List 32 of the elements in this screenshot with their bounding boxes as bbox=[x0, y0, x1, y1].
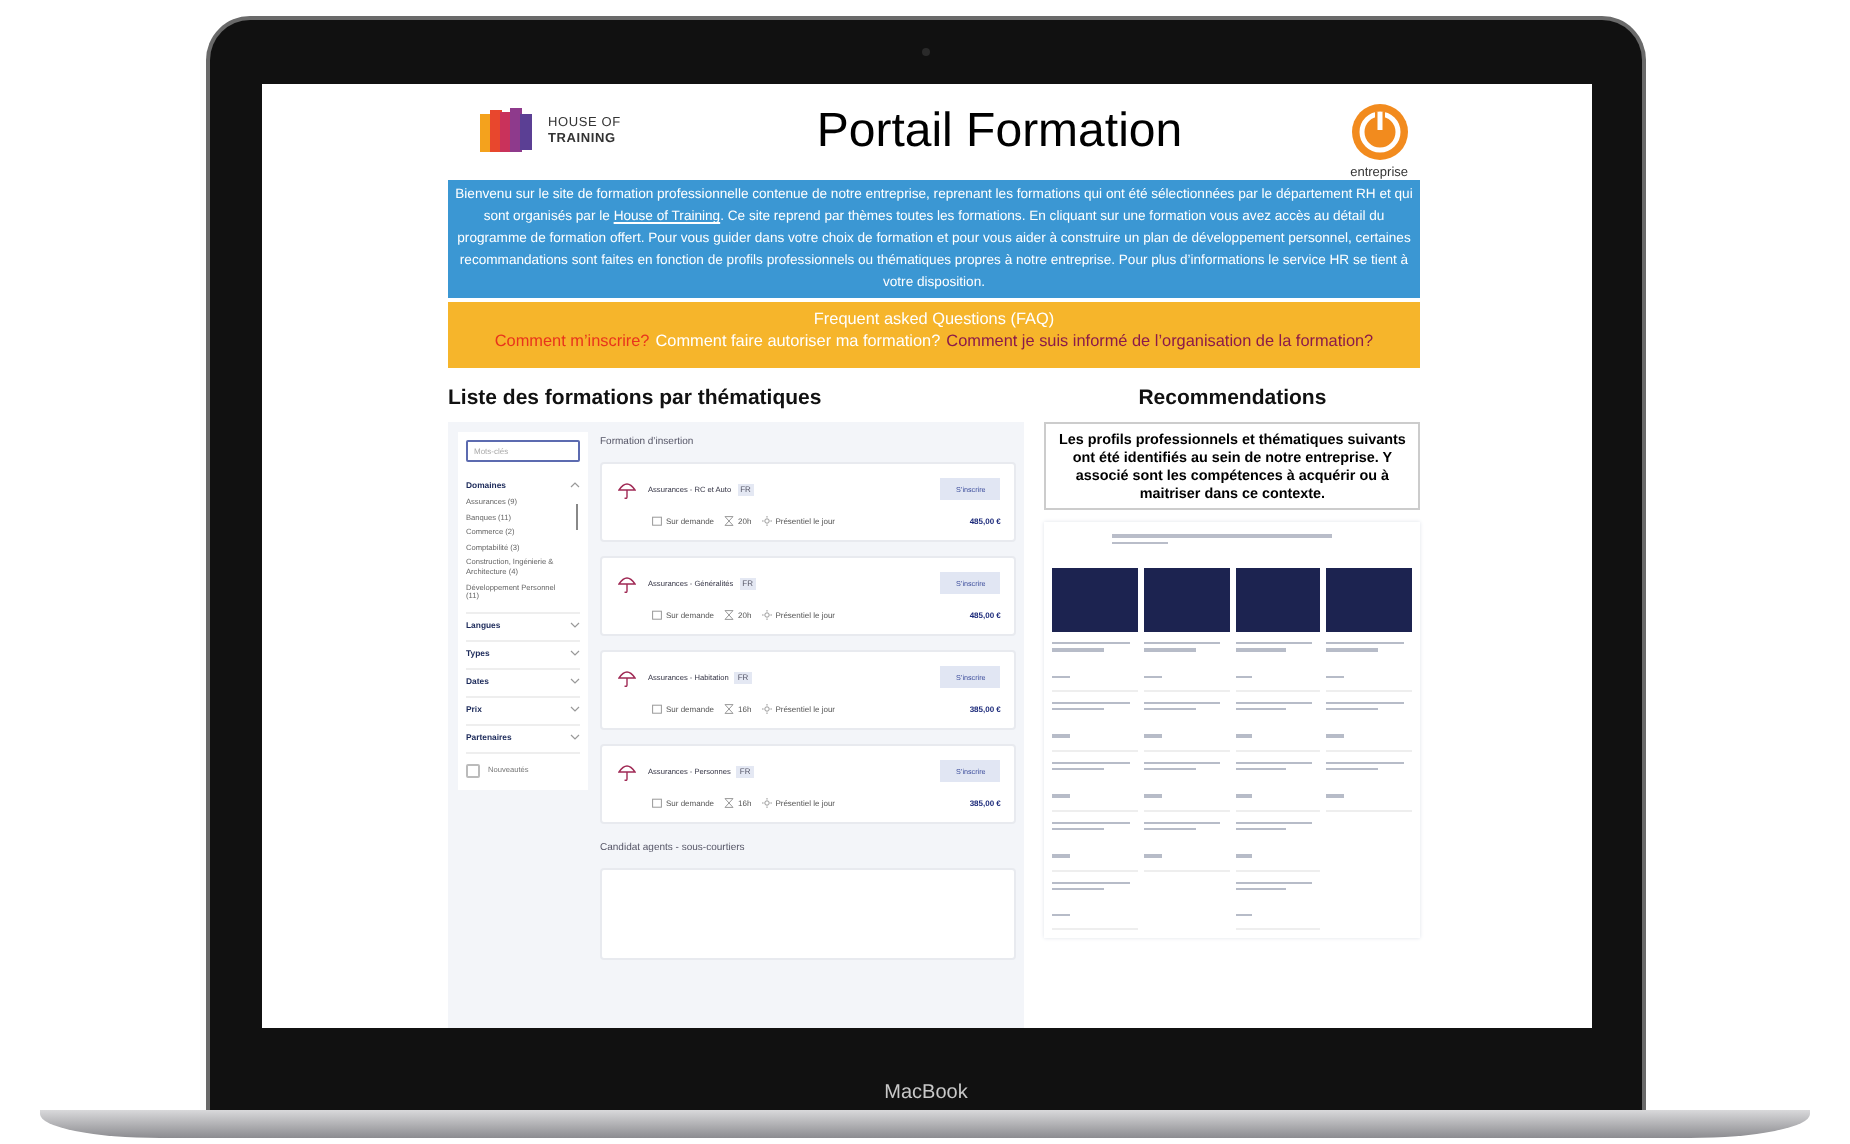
hourglass-icon bbox=[724, 516, 735, 526]
power-logo-icon bbox=[1351, 104, 1408, 160]
chevron-icon bbox=[570, 649, 580, 656]
faq-title: Frequent asked Questions (FAQ) bbox=[813, 308, 1055, 330]
device-label: MacBook bbox=[884, 1082, 968, 1104]
chevron-icon bbox=[570, 705, 580, 712]
page-title: Portail Formation bbox=[816, 104, 1183, 160]
section-heading: Recommendations bbox=[1138, 386, 1327, 414]
faq-link[interactable]: Comment je suis informé de l’organisation de la formation? bbox=[946, 330, 1374, 352]
sun-icon bbox=[761, 516, 772, 526]
umbrella-icon bbox=[618, 573, 636, 593]
umbrella-icon bbox=[618, 761, 636, 781]
sun-icon bbox=[761, 798, 772, 808]
hourglass-icon bbox=[724, 798, 735, 808]
calendar-icon bbox=[652, 704, 662, 714]
checkbox[interactable] bbox=[466, 763, 480, 778]
chevron-icon bbox=[570, 482, 580, 488]
books-logo-icon bbox=[480, 108, 532, 156]
calendar-icon bbox=[652, 610, 662, 620]
calendar-icon bbox=[652, 798, 662, 808]
chevron-icon bbox=[570, 733, 580, 740]
chevron-icon bbox=[570, 677, 580, 684]
sun-icon bbox=[761, 704, 772, 714]
chevron-icon bbox=[570, 621, 580, 628]
sun-icon bbox=[761, 610, 772, 620]
umbrella-icon bbox=[618, 667, 636, 687]
hourglass-icon bbox=[724, 704, 735, 714]
umbrella-icon bbox=[618, 479, 636, 499]
scrollbar-thumb bbox=[575, 504, 578, 530]
hourglass-icon bbox=[724, 610, 735, 620]
calendar-icon bbox=[652, 516, 662, 526]
section-heading: Liste des formations par thématiques bbox=[448, 386, 824, 414]
